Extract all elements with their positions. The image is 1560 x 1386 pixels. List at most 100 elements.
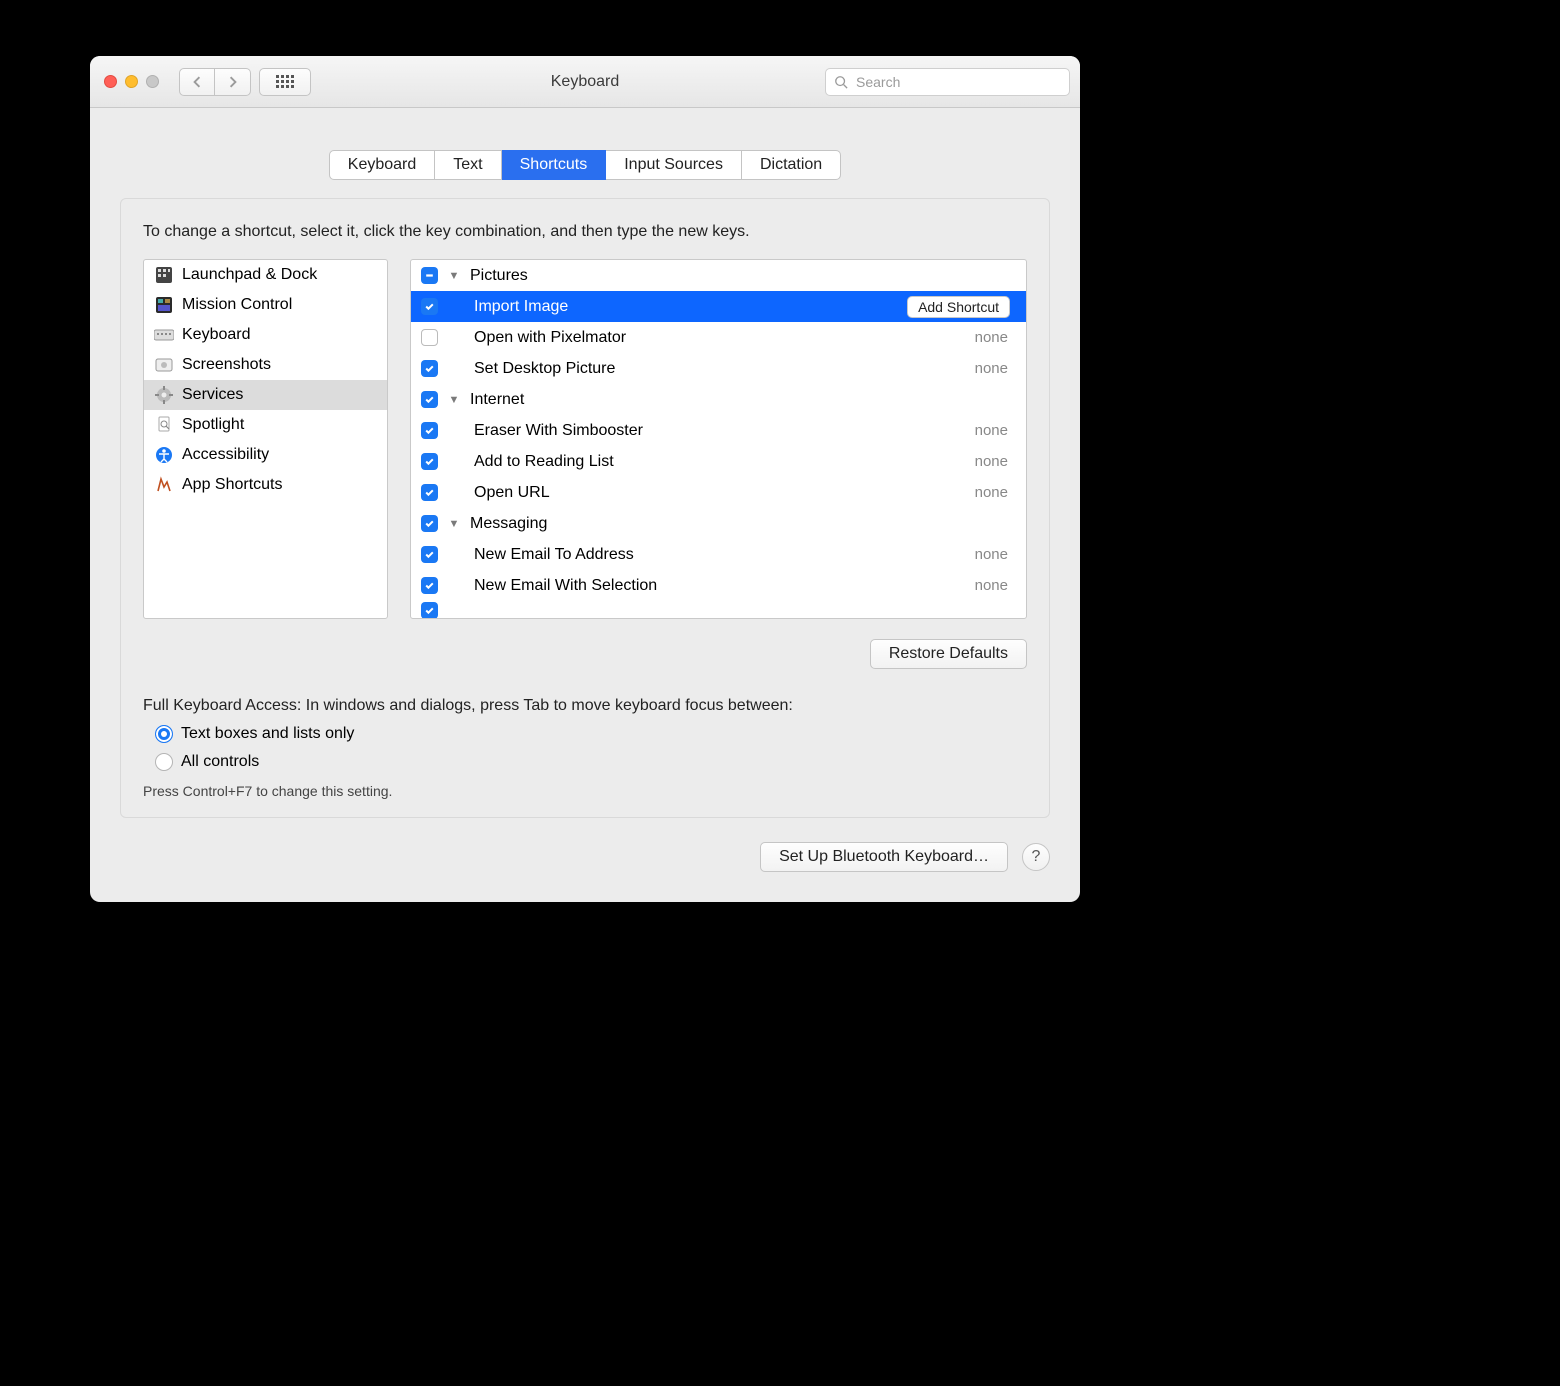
tab-dictation[interactable]: Dictation [742,150,841,180]
group-pictures[interactable]: ▼ Pictures [411,260,1026,291]
checkbox[interactable] [421,577,438,594]
add-shortcut-button[interactable]: Add Shortcut [907,296,1010,318]
group-internet[interactable]: ▼ Internet [411,384,1026,415]
radio-all-controls[interactable]: All controls [155,753,1027,771]
category-screenshots[interactable]: Screenshots [144,350,387,380]
shortcut-value[interactable]: none [975,577,1008,594]
radio-button[interactable] [155,753,173,771]
app-shortcuts-icon [154,475,174,495]
category-accessibility[interactable]: Accessibility [144,440,387,470]
service-label: Eraser With Simbooster [448,422,965,440]
radio-text-boxes-only[interactable]: Text boxes and lists only [155,725,1027,743]
service-label: Open URL [448,484,965,502]
search-field[interactable] [825,68,1070,96]
traffic-lights [104,75,159,88]
service-import-image[interactable]: Import Image Add Shortcut [411,291,1026,322]
tab-input-sources[interactable]: Input Sources [606,150,742,180]
service-label: Add to Reading List [448,453,965,471]
shortcuts-panel: To change a shortcut, select it, click t… [120,198,1050,818]
category-label: Launchpad & Dock [182,266,317,284]
group-messaging[interactable]: ▼ Messaging [411,508,1026,539]
category-label: Screenshots [182,356,271,374]
tab-shortcuts[interactable]: Shortcuts [502,150,607,180]
spotlight-icon [154,415,174,435]
checkbox[interactable] [421,602,438,619]
category-label: Mission Control [182,296,292,314]
category-app-shortcuts[interactable]: App Shortcuts [144,470,387,500]
services-list[interactable]: ▼ Pictures Import Image Add Shortcut Ope… [410,259,1027,619]
accessibility-icon [154,445,174,465]
titlebar: Keyboard [90,56,1080,108]
forward-button[interactable] [215,68,251,96]
preferences-window: Keyboard Keyboard Text Shortcuts Input S… [90,56,1080,902]
services-icon [154,385,174,405]
help-button[interactable]: ? [1022,843,1050,871]
shortcut-value[interactable]: none [975,422,1008,439]
tabs: Keyboard Text Shortcuts Input Sources Di… [90,150,1080,180]
group-label: Messaging [470,515,1016,533]
checkbox[interactable] [421,515,438,532]
shortcut-value[interactable]: none [975,453,1008,470]
category-label: Services [182,386,243,404]
shortcut-value[interactable]: none [975,360,1008,377]
checkbox[interactable] [421,422,438,439]
mission-control-icon [154,295,174,315]
search-input[interactable] [854,73,1061,91]
restore-defaults-button[interactable]: Restore Defaults [870,639,1027,669]
full-keyboard-access-label: Full Keyboard Access: In windows and dia… [143,697,1027,715]
service-new-email-with-selection[interactable]: New Email With Selection none [411,570,1026,601]
category-launchpad-dock[interactable]: Launchpad & Dock [144,260,387,290]
grid-icon [276,75,294,88]
nav-buttons [179,68,251,96]
checkbox[interactable] [421,267,438,284]
checkbox[interactable] [421,360,438,377]
checkbox[interactable] [421,546,438,563]
checkbox[interactable] [421,484,438,501]
back-button[interactable] [179,68,215,96]
service-label: New Email To Address [448,546,965,564]
category-spotlight[interactable]: Spotlight [144,410,387,440]
group-label: Pictures [470,267,1016,285]
minimize-window-button[interactable] [125,75,138,88]
footer: Set Up Bluetooth Keyboard… ? [90,818,1080,902]
service-open-with-pixelmator[interactable]: Open with Pixelmator none [411,322,1026,353]
radio-button[interactable] [155,725,173,743]
instruction-text: To change a shortcut, select it, click t… [143,223,1027,241]
checkbox[interactable] [421,298,438,315]
service-add-to-reading-list[interactable]: Add to Reading List none [411,446,1026,477]
disclosure-triangle-icon[interactable]: ▼ [448,394,460,406]
shortcut-value[interactable]: none [975,484,1008,501]
zoom-window-button [146,75,159,88]
shortcut-value[interactable]: none [975,329,1008,346]
shortcut-value[interactable]: none [975,546,1008,563]
category-mission-control[interactable]: Mission Control [144,290,387,320]
service-label: New Email With Selection [448,577,965,595]
service-new-email-to-address[interactable]: New Email To Address none [411,539,1026,570]
disclosure-triangle-icon[interactable]: ▼ [448,518,460,530]
content: Keyboard Text Shortcuts Input Sources Di… [90,150,1080,902]
service-label: Import Image [448,298,897,316]
show-all-button[interactable] [259,68,311,96]
checkbox[interactable] [421,391,438,408]
service-partial-row[interactable] [411,601,1026,619]
tab-text[interactable]: Text [435,150,501,180]
service-eraser-with-simbooster[interactable]: Eraser With Simbooster none [411,415,1026,446]
launchpad-icon [154,265,174,285]
tab-keyboard[interactable]: Keyboard [329,150,436,180]
category-keyboard[interactable]: Keyboard [144,320,387,350]
category-list[interactable]: Launchpad & Dock Mission Control Keyboar… [143,259,388,619]
setup-bluetooth-keyboard-button[interactable]: Set Up Bluetooth Keyboard… [760,842,1008,872]
radio-label: All controls [181,753,259,771]
close-window-button[interactable] [104,75,117,88]
checkbox[interactable] [421,453,438,470]
service-set-desktop-picture[interactable]: Set Desktop Picture none [411,353,1026,384]
service-open-url[interactable]: Open URL none [411,477,1026,508]
category-label: Accessibility [182,446,269,464]
category-services[interactable]: Services [144,380,387,410]
screenshots-icon [154,355,174,375]
disclosure-triangle-icon[interactable]: ▼ [448,270,460,282]
category-label: App Shortcuts [182,476,283,494]
checkbox[interactable] [421,329,438,346]
category-label: Spotlight [182,416,244,434]
service-label: Set Desktop Picture [448,360,965,378]
